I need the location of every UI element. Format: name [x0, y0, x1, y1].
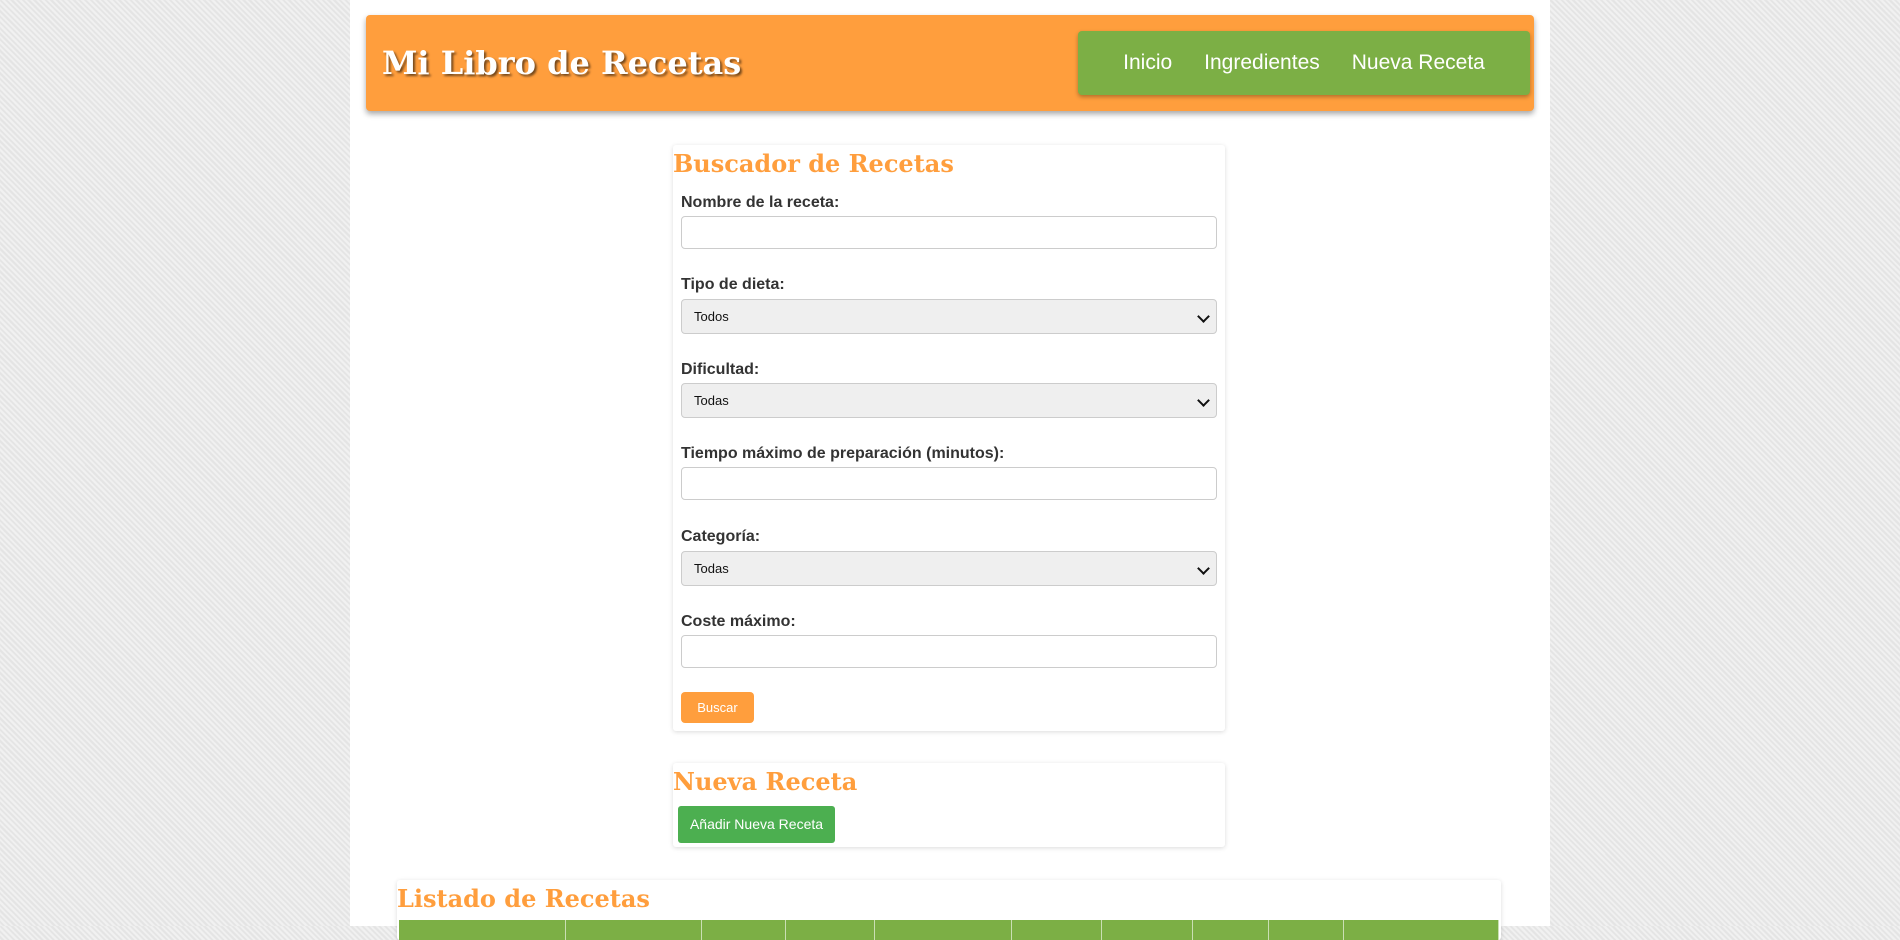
- page-container: Mi Libro de Recetas Inicio Ingredientes …: [350, 0, 1550, 940]
- difficulty-selected-value: Todas: [694, 393, 729, 408]
- recipe-name-input[interactable]: [681, 216, 1217, 249]
- table-header-cell: [566, 920, 702, 940]
- add-recipe-button[interactable]: Añadir Nueva Receta: [678, 806, 835, 843]
- table-header-cell: [786, 920, 875, 940]
- category-selected-value: Todas: [694, 561, 729, 576]
- table-header-cell: [1269, 920, 1344, 940]
- difficulty-label: Dificultad:: [681, 361, 760, 378]
- diet-type-select[interactable]: Todos: [681, 299, 1217, 334]
- max-time-label: Tiempo máximo de preparación (minutos):: [681, 445, 1005, 462]
- main-nav: Inicio Ingredientes Nueva Receta: [1078, 31, 1530, 95]
- category-label: Categoría:: [681, 528, 761, 545]
- recipe-list-title: Listado de Recetas: [397, 884, 650, 913]
- search-title: Buscador de Recetas: [673, 149, 954, 178]
- nav-link-inicio[interactable]: Inicio: [1123, 51, 1172, 75]
- diet-type-selected-value: Todos: [694, 309, 729, 324]
- recipe-table-header: [399, 920, 1499, 940]
- difficulty-select[interactable]: Todas: [681, 383, 1217, 418]
- nav-link-ingredientes[interactable]: Ingredientes: [1204, 51, 1320, 75]
- search-button[interactable]: Buscar: [681, 692, 754, 723]
- max-cost-label: Coste máximo:: [681, 613, 796, 630]
- recipe-list-card: Listado de Recetas: [397, 880, 1501, 940]
- table-header-cell: [1102, 920, 1193, 940]
- new-recipe-title: Nueva Receta: [673, 767, 858, 796]
- chevron-down-icon: [1197, 310, 1210, 323]
- recipe-name-label: Nombre de la receta:: [681, 194, 840, 211]
- table-header-cell: [1193, 920, 1269, 940]
- table-header-cell: [702, 920, 786, 940]
- max-cost-input[interactable]: [681, 635, 1217, 668]
- diet-type-label: Tipo de dieta:: [681, 276, 785, 293]
- chevron-down-icon: [1197, 394, 1210, 407]
- nav-link-nueva-receta[interactable]: Nueva Receta: [1352, 51, 1485, 75]
- category-select[interactable]: Todas: [681, 551, 1217, 586]
- site-title: Mi Libro de Recetas: [382, 44, 742, 82]
- table-header-cell: [875, 920, 1012, 940]
- site-header: Mi Libro de Recetas Inicio Ingredientes …: [366, 15, 1534, 111]
- recipe-search-card: Buscador de Recetas Nombre de la receta:…: [673, 145, 1225, 731]
- table-header-cell: [1012, 920, 1102, 940]
- table-header-cell: [1344, 920, 1499, 940]
- new-recipe-card: Nueva Receta Añadir Nueva Receta: [673, 763, 1225, 847]
- chevron-down-icon: [1197, 562, 1210, 575]
- table-header-cell: [399, 920, 566, 940]
- max-time-input[interactable]: [681, 467, 1217, 500]
